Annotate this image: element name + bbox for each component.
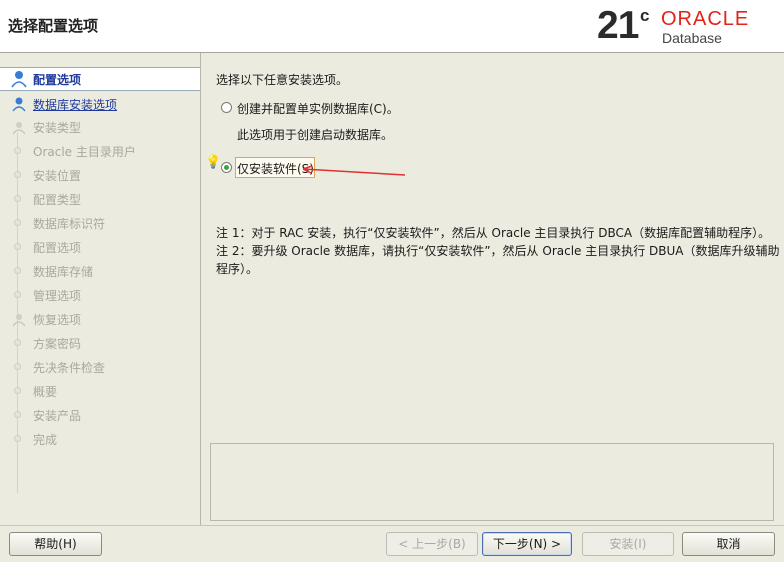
step-db-storage: 数据库存储 (0, 260, 200, 282)
step-label: 先决条件检查 (33, 361, 106, 375)
note-2-line-1: 注 2：要升级 Oracle 数据库，请执行“仅安装软件”，然后从 Oracle… (216, 244, 780, 258)
current-step-person-icon (11, 71, 27, 88)
step-label: 恢复选项 (33, 313, 82, 327)
install-button[interactable]: 安装(I) (582, 532, 674, 556)
step-db-identifier: 数据库标识符 (0, 212, 200, 234)
step-config-options[interactable]: 配置选项 (0, 67, 200, 91)
step-schema-passwords: 方案密码 (0, 332, 200, 354)
step-summary: 概要 (0, 380, 200, 402)
person-icon (12, 314, 26, 327)
note-2-line-2: 程序）。 (216, 262, 259, 276)
step-db-install-options[interactable]: 数据库安装选项 (0, 93, 200, 115)
step-label: 安装位置 (33, 169, 82, 183)
step-configuration-options: 配置选项 (0, 236, 200, 258)
steps-sidebar: 配置选项 数据库安装选项 安装类型 Oracle 主目录用户 安装位置 配置类型… (0, 53, 201, 525)
step-dot-icon (14, 171, 21, 178)
logo-product: Database (662, 30, 722, 46)
step-label: 方案密码 (33, 337, 82, 351)
create-db-description: 此选项用于创建启动数据库。 (237, 128, 394, 142)
help-button[interactable]: 帮助(H) (9, 532, 102, 556)
prompt-text: 选择以下任意安装选项。 (216, 73, 349, 87)
step-label: 配置类型 (33, 193, 82, 207)
step-dot-icon (14, 363, 21, 370)
person-icon (12, 122, 26, 135)
next-button[interactable]: 下一步(N) > (482, 532, 572, 556)
step-label: 安装产品 (33, 409, 82, 423)
footer-bar: 帮助(H) < 上一步(B) 下一步(N) > 安装(I) 取消 (0, 525, 784, 562)
oracle-logo: 21 c ORACLE Database (597, 4, 777, 48)
step-dot-icon (14, 291, 21, 298)
header: 选择配置选项 21 c ORACLE Database (0, 0, 784, 53)
step-dot-icon (14, 411, 21, 418)
cancel-button[interactable]: 取消 (682, 532, 775, 556)
step-dot-icon (14, 387, 21, 394)
red-arrow-annotation (302, 165, 406, 176)
step-label: 数据库存储 (33, 265, 94, 279)
step-label: 数据库标识符 (33, 217, 106, 231)
step-install-type: 安装类型 (0, 116, 200, 138)
step-label: 配置选项 (33, 241, 82, 255)
software-only-radio[interactable] (221, 162, 232, 173)
logo-brand: ORACLE (661, 8, 750, 30)
step-label: 概要 (33, 385, 58, 399)
step-label: 数据库安装选项 (33, 98, 118, 112)
step-dot-icon (14, 219, 21, 226)
step-dot-icon (14, 195, 21, 202)
step-finish: 完成 (0, 428, 200, 450)
step-recovery-options: 恢复选项 (0, 308, 200, 330)
step-label: 配置选项 (33, 73, 82, 87)
step-label: Oracle 主目录用户 (33, 145, 136, 159)
step-label: 管理选项 (33, 289, 82, 303)
message-panel (210, 443, 774, 521)
step-dot-icon (14, 243, 21, 250)
lightbulb-icon: 💡 (205, 155, 222, 170)
step-prereq-checks: 先决条件检查 (0, 356, 200, 378)
step-oracle-home-user: Oracle 主目录用户 (0, 140, 200, 162)
step-dot-icon (14, 435, 21, 442)
step-dot-icon (14, 147, 21, 154)
step-management-options: 管理选项 (0, 284, 200, 306)
create-db-label[interactable]: 创建并配置单实例数据库(C)。 (237, 100, 399, 117)
note-1: 注 1：对于 RAC 安装，执行“仅安装软件”，然后从 Oracle 主目录执行… (216, 226, 771, 240)
step-dot-icon (14, 339, 21, 346)
step-label: 完成 (33, 433, 58, 447)
page-title: 选择配置选项 (8, 17, 99, 35)
main-content: 选择以下任意安装选项。 创建并配置单实例数据库(C)。 此选项用于创建启动数据库… (201, 53, 784, 525)
create-db-radio[interactable] (221, 102, 232, 113)
logo-version-suffix: c (640, 6, 650, 25)
logo-version: 21 (597, 4, 639, 47)
step-label: 安装类型 (33, 121, 82, 135)
person-icon (12, 97, 26, 112)
back-button[interactable]: < 上一步(B) (386, 532, 478, 556)
step-config-type: 配置类型 (0, 188, 200, 210)
step-install-location: 安装位置 (0, 164, 200, 186)
step-dot-icon (14, 267, 21, 274)
step-install-product: 安装产品 (0, 404, 200, 426)
